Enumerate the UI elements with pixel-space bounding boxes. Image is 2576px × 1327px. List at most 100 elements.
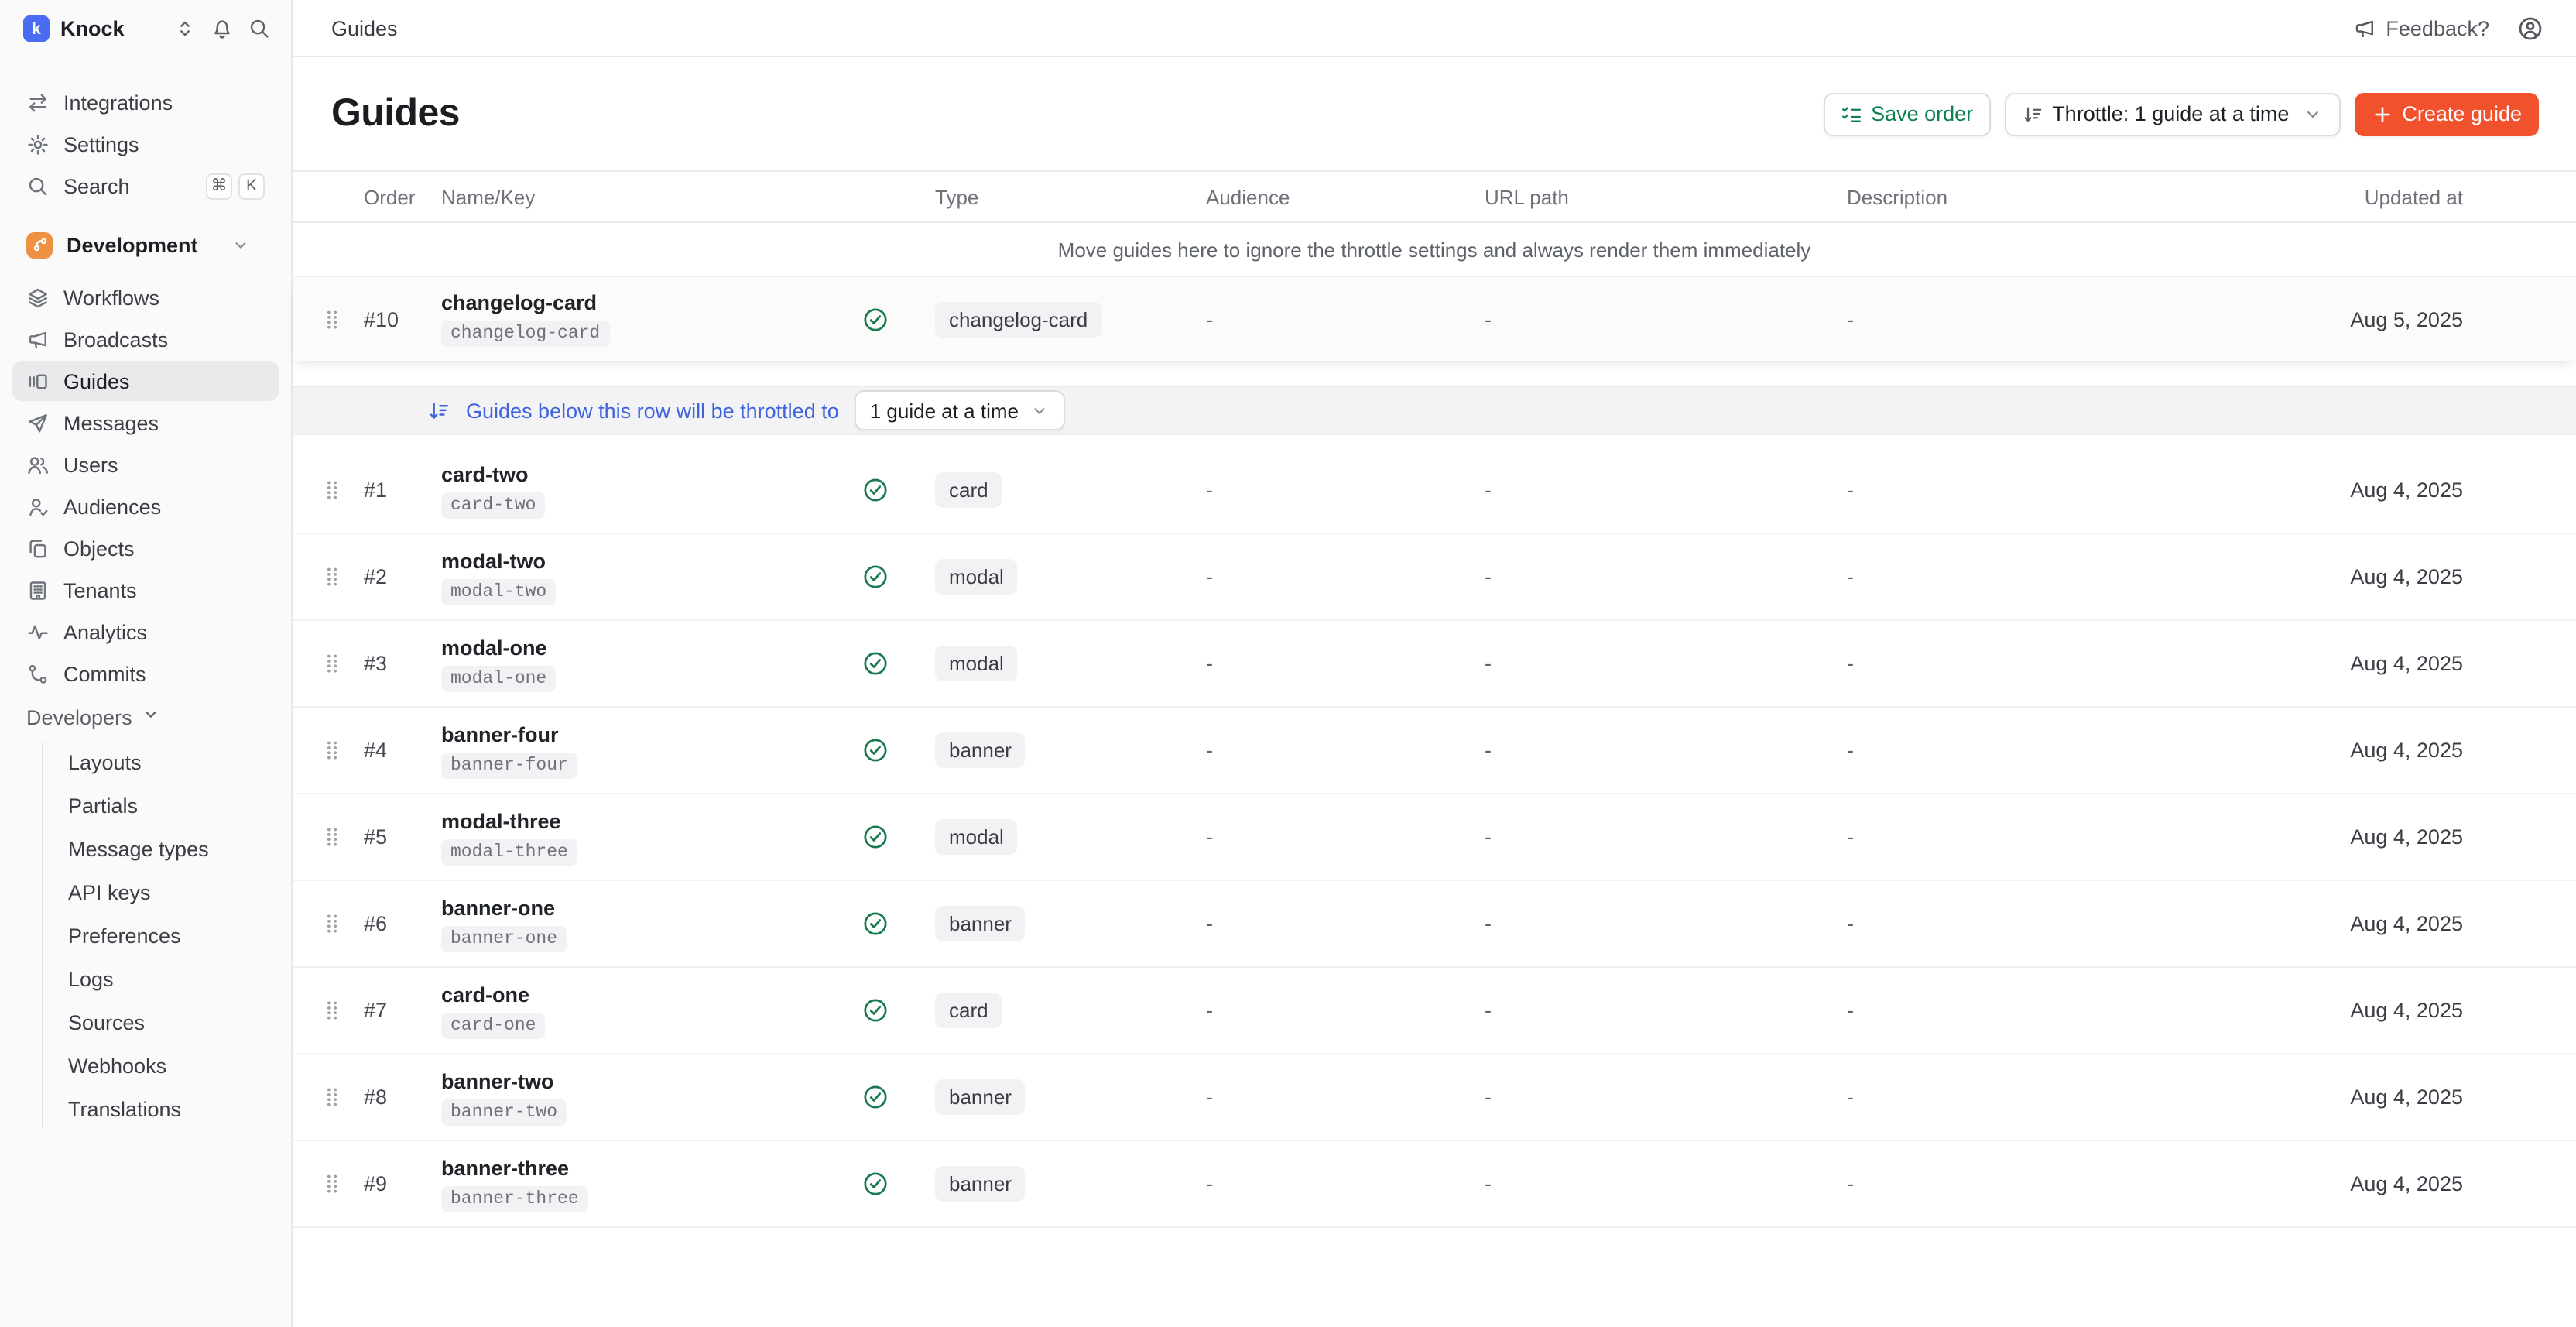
sidebar-item-label: Message types: [68, 837, 209, 860]
drag-handle-icon[interactable]: [320, 1172, 345, 1195]
search-icon: [26, 174, 50, 197]
guide-row-banner-one[interactable]: #6 banner-one banner-one banner - - - Au…: [293, 881, 2576, 968]
environment-label: Development: [67, 233, 198, 256]
guide-type-badge: modal: [935, 646, 1018, 681]
throttle-label: Throttle: 1 guide at a time: [2052, 102, 2289, 125]
drag-handle-icon[interactable]: [320, 565, 345, 588]
guide-key-badge: banner-four: [441, 752, 577, 778]
environment-switcher[interactable]: Development: [12, 225, 279, 265]
audiences-icon: [26, 495, 50, 518]
guide-description: -: [1847, 739, 2347, 762]
sidebar-item-analytics[interactable]: Analytics: [12, 612, 279, 652]
sidebar-item-translations[interactable]: Translations: [65, 1089, 279, 1129]
sidebar-item-workflows[interactable]: Workflows: [12, 277, 279, 317]
guide-key-badge: modal-one: [441, 665, 556, 691]
sidebar-nav: Integrations Settings Search ⌘K Developm…: [0, 57, 291, 1132]
guide-row-card-one[interactable]: #7 card-one card-one card - - - Aug 4, 2…: [293, 968, 2576, 1054]
app-window: k Knock Integrations Settings Search ⌘K …: [0, 0, 2576, 1327]
sidebar-item-logs[interactable]: Logs: [65, 958, 279, 999]
sidebar-item-partials[interactable]: Partials: [65, 785, 279, 825]
drag-handle-icon[interactable]: [320, 999, 345, 1022]
sidebar-item-webhooks[interactable]: Webhooks: [65, 1045, 279, 1085]
user-avatar-icon[interactable]: [2517, 15, 2543, 41]
guide-row-modal-two[interactable]: #2 modal-two modal-two modal - - - Aug 4…: [293, 534, 2576, 621]
guide-name-key: modal-two modal-two: [441, 549, 862, 605]
active-status-check-icon: [862, 1084, 935, 1110]
workspace-selector-icon[interactable]: [173, 17, 197, 40]
sidebar-item-audiences[interactable]: Audiences: [12, 486, 279, 526]
sidebar-item-settings[interactable]: Settings: [12, 124, 279, 164]
guide-name-key: card-two card-two: [441, 462, 862, 518]
guide-description: -: [1847, 1172, 2347, 1195]
sidebar-item-message-types[interactable]: Message types: [65, 828, 279, 869]
analytics-icon: [26, 620, 50, 643]
drag-handle-icon[interactable]: [320, 825, 345, 849]
save-order-button[interactable]: Save order: [1823, 92, 1990, 135]
guide-row-banner-two[interactable]: #8 banner-two banner-two banner - - - Au…: [293, 1054, 2576, 1141]
notifications-bell-icon[interactable]: [211, 17, 234, 40]
guide-name: modal-one: [441, 636, 862, 659]
sidebar-item-sources[interactable]: Sources: [65, 1002, 279, 1042]
throttle-limit-select[interactable]: 1 guide at a time: [855, 390, 1065, 430]
developers-subnav: Layouts Partials Message types API keys …: [42, 742, 279, 1129]
drag-handle-icon[interactable]: [320, 1085, 345, 1109]
sidebar-item-commits[interactable]: Commits: [12, 653, 279, 694]
drag-handle-icon[interactable]: [320, 652, 345, 675]
guide-updated-at: Aug 4, 2025: [2347, 1085, 2463, 1109]
kbd-key: K: [238, 173, 265, 199]
guide-row-banner-four[interactable]: #4 banner-four banner-four banner - - - …: [293, 708, 2576, 794]
guide-description: -: [1847, 652, 2347, 675]
sidebar-item-label: Integrations: [63, 91, 173, 114]
guide-type-cell: modal: [935, 559, 1206, 595]
guide-name-key: banner-two banner-two: [441, 1069, 862, 1125]
workspace-switcher[interactable]: k Knock: [0, 0, 291, 57]
drag-handle-icon[interactable]: [320, 478, 345, 502]
sidebar-item-api-keys[interactable]: API keys: [65, 872, 279, 912]
sidebar-item-search[interactable]: Search ⌘K: [12, 166, 279, 206]
search-icon[interactable]: [248, 17, 271, 40]
guide-description: -: [1847, 565, 2347, 588]
sidebar-item-layouts[interactable]: Layouts: [65, 742, 279, 782]
developers-section-toggle[interactable]: Developers: [12, 697, 279, 737]
objects-icon: [26, 537, 50, 560]
guide-updated-at: Aug 4, 2025: [2347, 739, 2463, 762]
sidebar-item-guides[interactable]: Guides: [12, 361, 279, 401]
guide-updated-at: Aug 4, 2025: [2347, 478, 2463, 502]
sidebar-item-messages[interactable]: Messages: [12, 403, 279, 443]
drag-handle-icon[interactable]: [320, 739, 345, 762]
guide-url-path: -: [1485, 825, 1847, 849]
drag-handle-icon[interactable]: [320, 307, 345, 331]
sidebar-item-integrations[interactable]: Integrations: [12, 82, 279, 122]
guide-updated-at: Aug 4, 2025: [2347, 652, 2463, 675]
guide-url-path: -: [1485, 652, 1847, 675]
guide-name-key: banner-one banner-one: [441, 896, 862, 952]
sidebar-item-tenants[interactable]: Tenants: [12, 570, 279, 610]
sort-descending-icon: [427, 399, 450, 422]
guide-type-badge: changelog-card: [935, 301, 1101, 337]
guide-row-card-two[interactable]: #1 card-two card-two card - - - Aug 4, 2…: [293, 447, 2576, 534]
throttle-dropdown-button[interactable]: Throttle: 1 guide at a time: [2004, 92, 2340, 135]
sidebar-item-preferences[interactable]: Preferences: [65, 915, 279, 955]
guide-order: #5: [364, 825, 441, 849]
guide-name-key: banner-three banner-three: [441, 1156, 862, 1212]
guide-row-modal-three[interactable]: #5 modal-three modal-three modal - - - A…: [293, 794, 2576, 881]
sidebar-item-objects[interactable]: Objects: [12, 528, 279, 568]
drag-handle-icon[interactable]: [320, 912, 345, 935]
workspace-logo: k: [23, 15, 50, 42]
guide-description: -: [1847, 999, 2347, 1022]
guide-updated-at: Aug 4, 2025: [2347, 825, 2463, 849]
guide-name: banner-three: [441, 1156, 862, 1179]
guide-row-modal-one[interactable]: #3 modal-one modal-one modal - - - Aug 4…: [293, 621, 2576, 708]
throttle-limit-value: 1 guide at a time: [870, 399, 1019, 422]
sidebar-item-broadcasts[interactable]: Broadcasts: [12, 319, 279, 359]
guide-row-changelog-card[interactable]: #10 changelog-card changelog-card change…: [293, 277, 2576, 361]
guide-updated-at: Aug 4, 2025: [2347, 1172, 2463, 1195]
guide-audience: -: [1206, 652, 1485, 675]
guide-order: #4: [364, 739, 441, 762]
create-guide-button[interactable]: Create guide: [2354, 92, 2539, 135]
guide-updated-at: Aug 4, 2025: [2347, 912, 2463, 935]
feedback-button[interactable]: Feedback?: [2353, 16, 2489, 39]
guide-row-banner-three[interactable]: #9 banner-three banner-three banner - - …: [293, 1141, 2576, 1228]
sidebar-item-users[interactable]: Users: [12, 444, 279, 485]
save-order-label: Save order: [1871, 102, 1973, 125]
